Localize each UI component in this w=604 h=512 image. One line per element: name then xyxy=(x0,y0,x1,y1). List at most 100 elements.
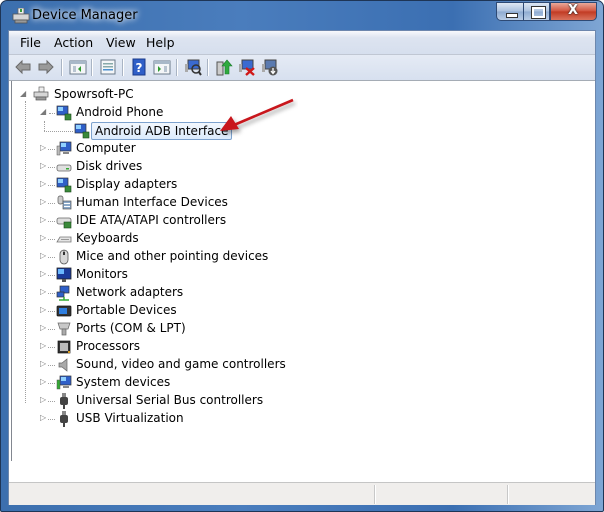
tree-category-label: Mice and other pointing devices xyxy=(76,249,269,263)
keyboard-icon xyxy=(56,236,72,243)
tree-connector xyxy=(49,113,55,114)
forward-button[interactable] xyxy=(37,58,55,76)
tree-category-label: Display adapters xyxy=(76,177,178,191)
back-arrow-icon xyxy=(15,59,31,75)
device-manager-icon xyxy=(12,8,30,24)
expand-icon[interactable]: ▷ xyxy=(40,234,48,242)
tree-category-label: System devices xyxy=(76,375,171,389)
uninstall-icon xyxy=(239,59,255,76)
menu-action[interactable]: Action xyxy=(54,35,93,50)
console-tree-icon xyxy=(69,60,87,75)
adb-interface-icon xyxy=(74,123,90,139)
update-driver-button[interactable] xyxy=(215,58,233,76)
tree-category-label: Human Interface Devices xyxy=(76,195,228,209)
collapse-icon[interactable]: ◢ xyxy=(40,108,48,116)
tree-category-label: Monitors xyxy=(76,267,128,281)
expand-icon[interactable]: ▷ xyxy=(40,198,48,206)
expand-icon[interactable]: ▷ xyxy=(40,216,48,224)
toolbar-separator xyxy=(91,59,93,76)
update-driver-icon xyxy=(216,59,233,76)
window-title: Device Manager xyxy=(32,8,138,23)
expand-icon[interactable]: ▷ xyxy=(40,162,48,170)
tree-connector xyxy=(48,149,55,150)
collapse-icon[interactable]: ◢ xyxy=(20,90,28,98)
toolbar-separator xyxy=(176,59,178,76)
toolbar-separator xyxy=(207,59,209,76)
disk-drive-icon xyxy=(56,164,72,172)
tree-category-label: USB Virtualization xyxy=(76,411,184,425)
annotation-arrow xyxy=(220,98,294,131)
processor-icon xyxy=(57,340,71,354)
title-bar[interactable]: Device Manager X xyxy=(1,1,603,31)
usb-icon xyxy=(60,393,68,409)
tree-category-label: Disk drives xyxy=(76,159,143,173)
expand-icon[interactable]: ▷ xyxy=(40,396,48,404)
tree-connector xyxy=(48,185,55,186)
properties-button[interactable] xyxy=(99,58,117,76)
menu-file[interactable]: File xyxy=(20,35,41,50)
system-device-icon xyxy=(56,375,72,390)
maximize-button[interactable] xyxy=(523,2,550,21)
expand-icon[interactable]: ▷ xyxy=(40,342,48,350)
show-hide-console-tree-button[interactable] xyxy=(69,58,87,76)
tree-connector xyxy=(48,275,55,276)
expand-icon[interactable]: ▷ xyxy=(40,288,48,296)
tree-category-label: Computer xyxy=(76,141,136,155)
tree-category-label: Universal Serial Bus controllers xyxy=(76,393,264,407)
computer-icon xyxy=(56,141,72,156)
computer-pc-icon xyxy=(33,86,49,101)
scan-hardware-icon xyxy=(185,59,202,76)
selected-device-label: Android ADB Interface xyxy=(91,122,233,140)
menu-view[interactable]: View xyxy=(106,35,136,50)
status-divider xyxy=(507,485,509,504)
tree-connector xyxy=(48,329,55,330)
tree-category-label: IDE ATA/ATAPI controllers xyxy=(76,213,227,227)
tree-category-label: Network adapters xyxy=(76,285,184,299)
tree-root-label: Spowrsoft-PC xyxy=(54,87,134,101)
expand-icon[interactable]: ▷ xyxy=(40,270,48,278)
tree-connector xyxy=(48,383,55,384)
maximize-icon xyxy=(531,6,546,19)
help-button[interactable]: ? xyxy=(130,58,148,76)
tree-connector xyxy=(48,257,55,258)
svg-text:?: ? xyxy=(136,61,143,75)
action-pane-icon xyxy=(153,60,171,75)
expand-icon[interactable]: ▷ xyxy=(40,414,48,422)
expand-icon[interactable]: ▷ xyxy=(40,252,48,260)
scan-hardware-changes-button[interactable] xyxy=(184,58,202,76)
tree-connector xyxy=(48,347,55,348)
minimize-icon xyxy=(506,13,518,18)
tree-connector xyxy=(44,131,73,132)
tree-category-label: Ports (COM & LPT) xyxy=(76,321,186,335)
device-tree[interactable]: ◢ Spowrsoft-PC ◢ Android Phone Android A… xyxy=(11,81,582,461)
toolbar-separator xyxy=(122,59,124,76)
close-button[interactable]: X xyxy=(550,2,597,21)
minimize-button[interactable] xyxy=(496,2,524,21)
expand-icon[interactable]: ▷ xyxy=(40,180,48,188)
close-icon: X xyxy=(568,3,579,18)
disable-device-icon xyxy=(262,59,278,76)
expand-icon[interactable]: ▷ xyxy=(40,144,48,152)
show-hide-action-pane-button[interactable] xyxy=(153,58,171,76)
expand-icon[interactable]: ▷ xyxy=(40,360,48,368)
disable-device-button[interactable] xyxy=(261,58,279,76)
tree-connector xyxy=(48,221,55,222)
tree-connector xyxy=(48,419,55,420)
expand-icon[interactable]: ▷ xyxy=(40,378,48,386)
tree-connector xyxy=(48,401,55,402)
uninstall-button[interactable] xyxy=(238,58,256,76)
tree-connector xyxy=(48,239,55,240)
port-icon xyxy=(57,322,71,336)
network-adapter-icon xyxy=(56,285,70,301)
mouse-icon xyxy=(59,249,69,265)
tree-connector xyxy=(48,293,55,294)
expand-icon[interactable]: ▷ xyxy=(40,306,48,314)
toolbar-separator xyxy=(61,59,63,76)
status-bar xyxy=(9,482,595,505)
tree-connector xyxy=(48,365,55,366)
expand-icon[interactable]: ▷ xyxy=(40,324,48,332)
menu-help[interactable]: Help xyxy=(146,35,175,50)
tree-category-label: Keyboards xyxy=(76,231,139,245)
tree-connector xyxy=(44,121,45,131)
back-button[interactable] xyxy=(14,58,32,76)
